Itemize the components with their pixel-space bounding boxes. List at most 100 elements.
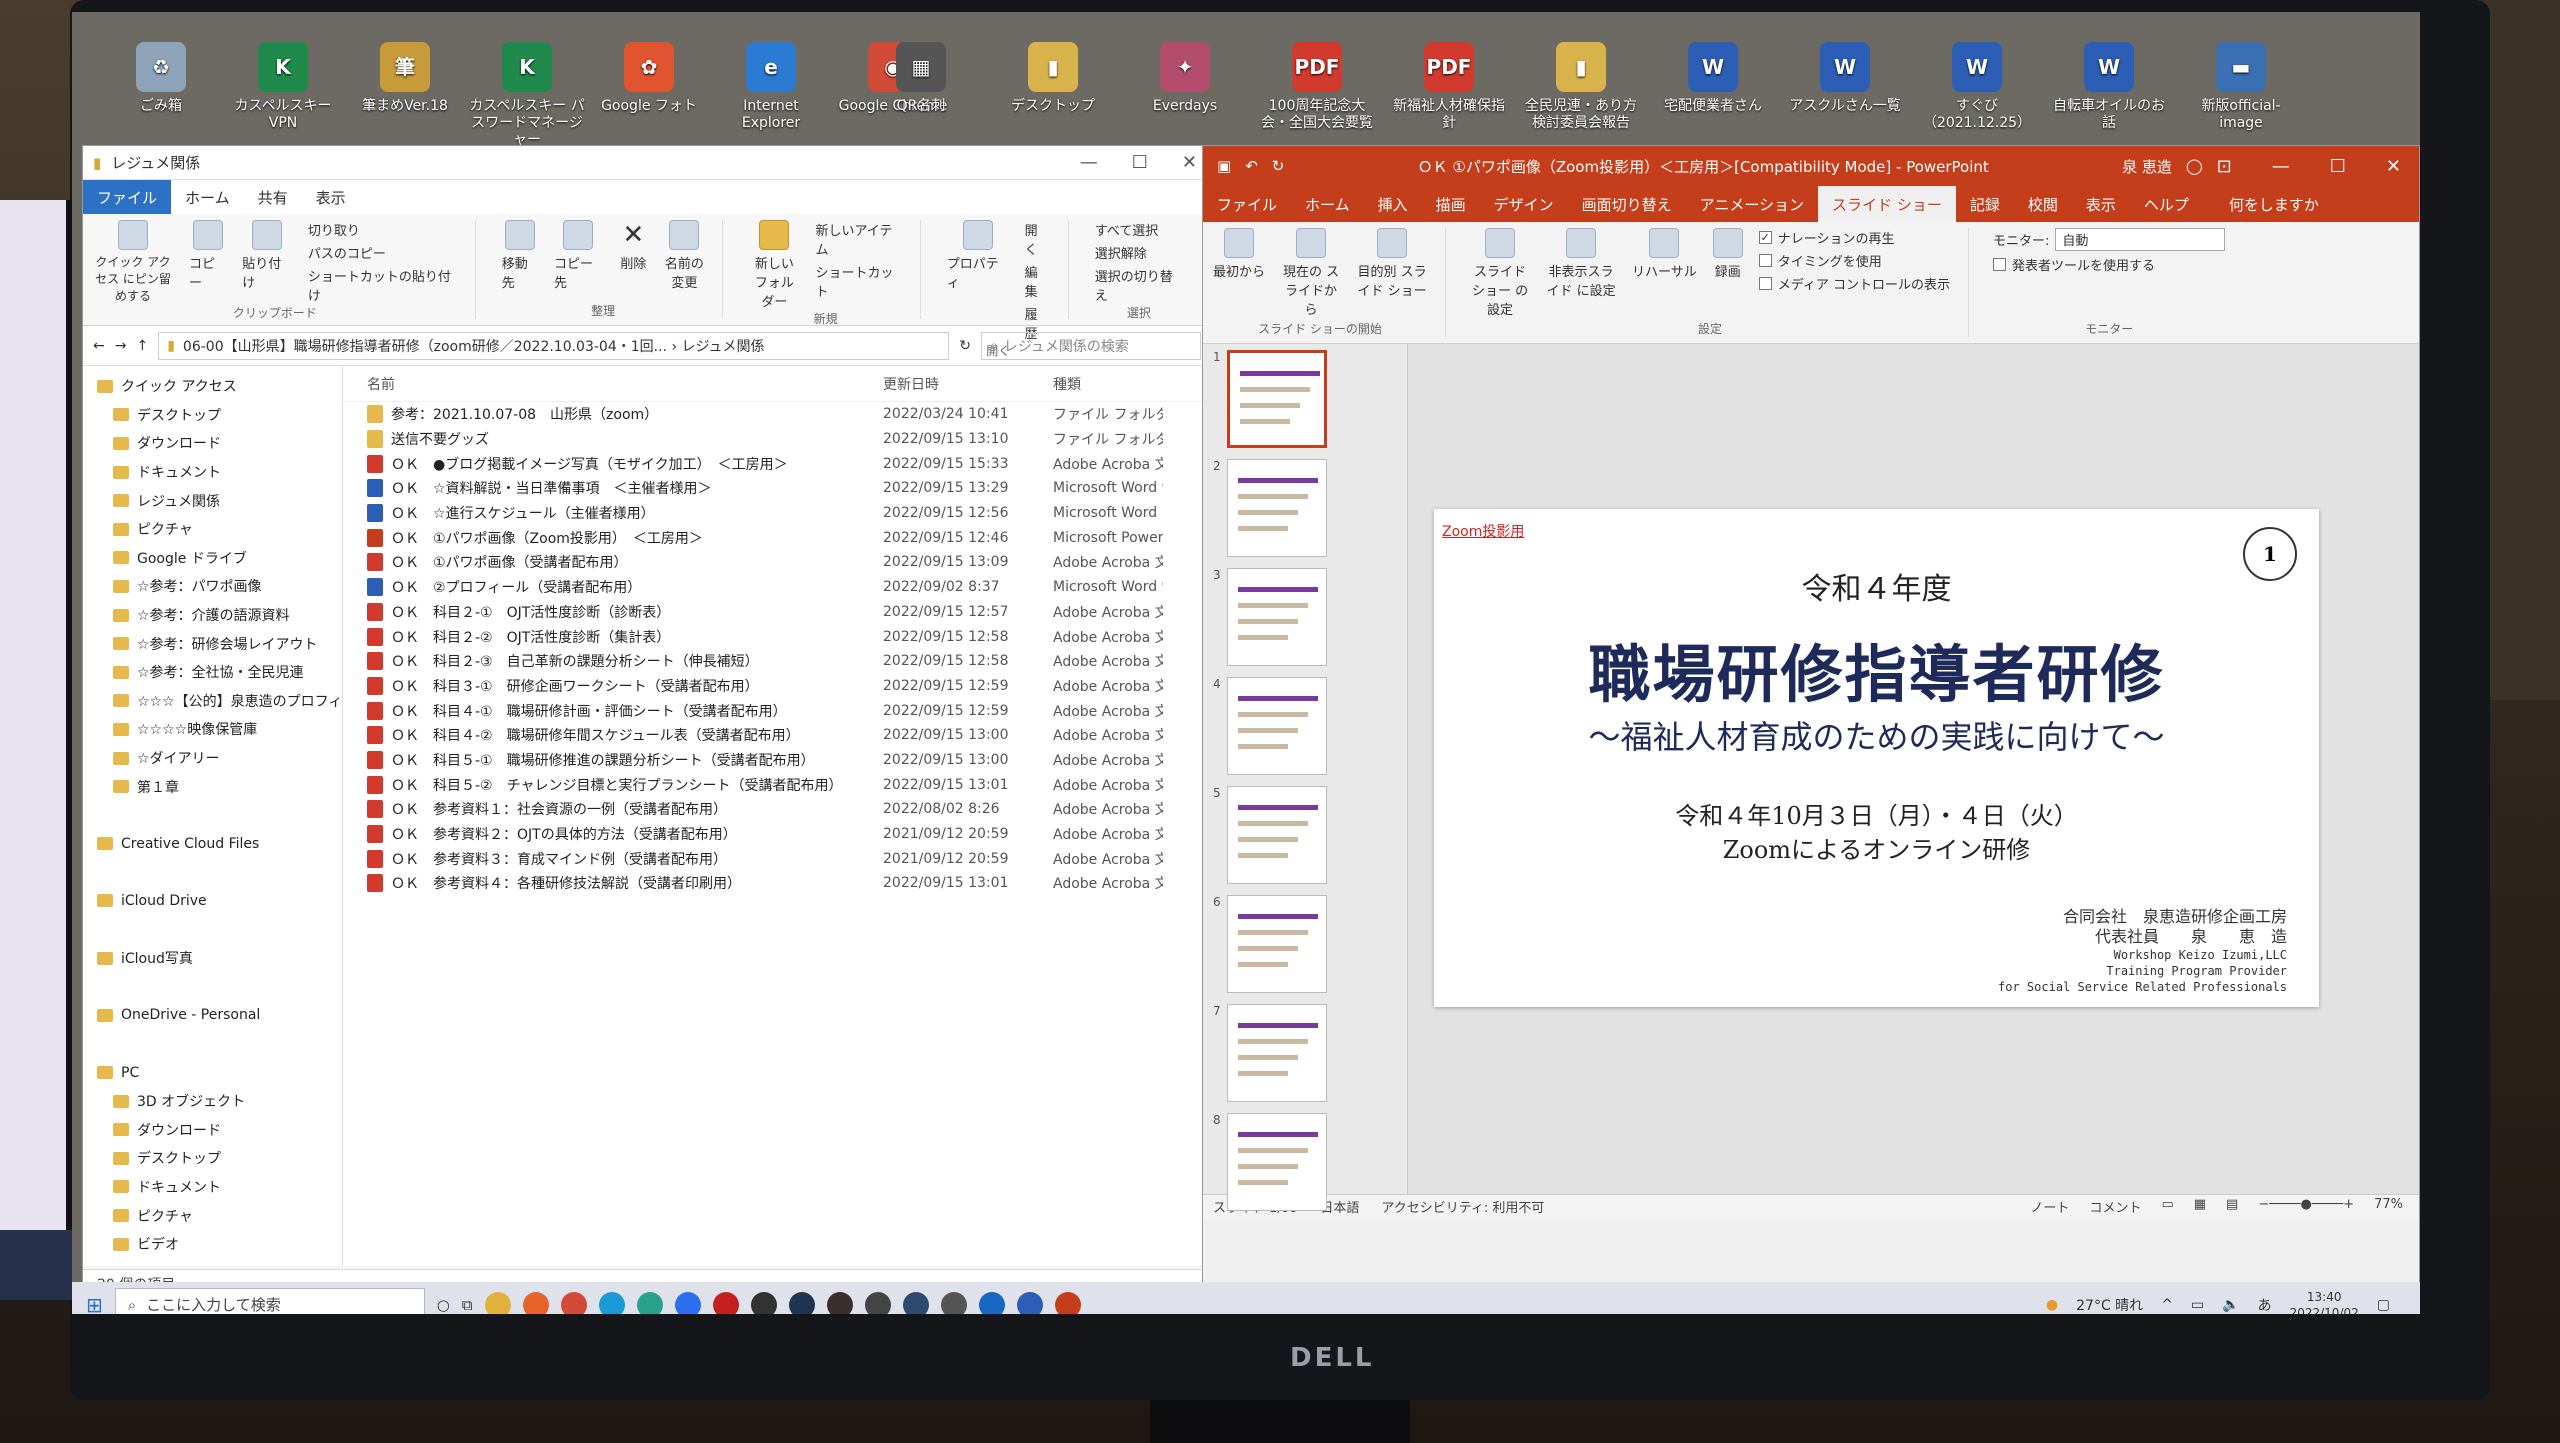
back-icon[interactable]: ← — [93, 338, 105, 354]
notification-icon[interactable]: ▢ — [2377, 1297, 2390, 1313]
search-box[interactable]: ⌕ レジュメ関係の検索 — [981, 331, 1201, 360]
ppt-tab[interactable]: ファイル — [1203, 186, 1291, 222]
redo-icon[interactable]: ↻ — [1272, 157, 1285, 175]
forward-icon[interactable]: → — [115, 338, 127, 354]
clock[interactable]: 13:40 2022/10/02 — [2290, 1289, 2359, 1315]
narration-checkbox[interactable]: ✓ ナレーションの再生 — [1758, 228, 1950, 247]
file-row[interactable]: ＯＫ ①パワポ画像（Zoom投影用） ＜工房用＞ 2022/09/15 12:46… — [343, 525, 1211, 550]
nav-item[interactable]: Creative Cloud Files — [83, 830, 342, 859]
taskbar-search[interactable]: ⌕ ここに入力して検索 — [114, 1287, 425, 1314]
custom-slideshow-button[interactable]: 目的別 スライド ショー — [1357, 228, 1427, 318]
maximize-icon[interactable]: ☐ — [2330, 156, 2346, 177]
firefox-icon[interactable] — [522, 1291, 549, 1314]
address-bar[interactable]: ▮ 06-00【山形県】職場研修指導者研修（zoom研修／2022.10.03-… — [158, 331, 950, 360]
tab-home[interactable]: ホーム — [171, 180, 244, 214]
nav-item[interactable]: ☆☆☆☆映像保管庫 — [83, 715, 342, 744]
file-row[interactable]: ＯＫ 科目２-② OJT活性度診断（集計表） 2022/09/15 12:58 Ad… — [343, 624, 1211, 649]
desktop-icon[interactable]: ▮ デスクトップ — [994, 42, 1112, 115]
slide-sorter-icon[interactable]: ▦ — [2194, 1197, 2206, 1216]
select-all-button[interactable]: すべて選択 — [1095, 220, 1183, 239]
powerpoint-icon[interactable] — [1054, 1291, 1081, 1314]
delete-button[interactable]: ✕ 削除 — [618, 220, 648, 291]
desktop-icon[interactable]: K カスペルスキー パスワードマネージャー — [468, 42, 586, 149]
paste-shortcut-button[interactable]: ショートカットの貼り付け — [308, 266, 457, 304]
nav-item[interactable]: ダウンロード — [83, 1115, 342, 1144]
monitor-select[interactable]: 自動 — [2055, 228, 2226, 251]
select-none-button[interactable]: 選択解除 — [1095, 243, 1183, 262]
network-icon[interactable]: ▭ — [2191, 1297, 2204, 1313]
nav-item[interactable]: ☆ダイアリー — [83, 744, 342, 773]
file-row[interactable]: ＯＫ 参考資料４：各種研修技法解説（受講者印刷用） 2022/09/15 13:0… — [343, 871, 1211, 896]
file-row[interactable]: ＯＫ ☆資料解説・当日準備事項 ＜主催者様用＞ 2022/09/15 13:29 M… — [343, 476, 1211, 501]
ppt-tab[interactable]: 校閲 — [2014, 186, 2072, 222]
camera-app-icon[interactable] — [750, 1291, 777, 1314]
new-folder-button[interactable]: 新しい フォルダー — [749, 220, 799, 310]
ppt-tab[interactable]: 表示 — [2072, 186, 2130, 222]
file-row[interactable]: ＯＫ 科目５-① 職場研修推進の課題分析シート（受講者配布用） 2022/09/1… — [343, 748, 1211, 773]
slide-thumbnail[interactable]: 6 — [1213, 895, 1397, 993]
ppt-tab[interactable]: 挿入 — [1364, 186, 1422, 222]
ppt-tab[interactable]: 記録 — [1956, 186, 2014, 222]
desktop-icon[interactable]: ▬ 新版official-image — [2182, 42, 2300, 132]
nav-item[interactable]: iCloud Drive — [83, 887, 342, 916]
reading-view-icon[interactable]: ▤ — [2226, 1197, 2238, 1216]
slide-thumbnail[interactable]: 8 — [1213, 1113, 1397, 1211]
zoom-level[interactable]: 77% — [2374, 1197, 2403, 1216]
desktop-icon[interactable]: ✦ Everdays — [1126, 42, 1244, 115]
file-row[interactable]: ＯＫ 参考資料１：社会資源の一例（受講者配布用） 2022/08/02 8:26 A… — [343, 797, 1211, 822]
rename-button[interactable]: 名前の変更 — [664, 220, 704, 291]
normal-view-icon[interactable]: ▭ — [2161, 1197, 2173, 1216]
file-row[interactable]: ＯＫ ②プロフィール（受講者配布用） 2022/09/02 8:37 Microso… — [343, 575, 1211, 600]
desktop-icon[interactable]: ♻ ごみ箱 — [102, 42, 220, 115]
tray-chevron-icon[interactable]: ^ — [2161, 1297, 2173, 1313]
desktop-icon[interactable]: W アスクルさん一覧 — [1786, 42, 1904, 115]
current-slide[interactable]: Zoom投影用 1 令和４年度 職場研修指導者研修 ～福祉人材育成のための実践に… — [1434, 509, 2319, 1007]
slide-thumbnail[interactable]: 2 — [1213, 459, 1397, 557]
weather-text[interactable]: 27°C 晴れ — [2076, 1295, 2143, 1315]
file-row[interactable]: ＯＫ 科目３-① 研修企画ワークシート（受講者配布用） 2022/09/15 12… — [343, 674, 1211, 699]
edit-button[interactable]: 編集 — [1025, 262, 1050, 300]
camera-icon[interactable] — [940, 1291, 967, 1314]
ppt-tab[interactable]: スライド ショー — [1818, 186, 1956, 222]
presenter-view-checkbox[interactable]: 発表者ツールを使用する — [1993, 255, 2225, 274]
file-row[interactable]: ＯＫ 参考資料２：OJTの具体的方法（受講者配布用） 2021/09/12 20:… — [343, 822, 1211, 847]
weather-icon[interactable]: ● — [2046, 1297, 2058, 1313]
desktop-icon[interactable]: e Internet Explorer — [712, 42, 830, 132]
ppt-tab[interactable]: ホーム — [1291, 186, 1364, 222]
cut-button[interactable]: 切り取り — [308, 220, 457, 239]
column-name[interactable]: 名前 — [343, 374, 883, 394]
file-row[interactable]: ＯＫ 科目４-② 職場研修年間スケジュール表（受講者配布用） 2022/09/15… — [343, 723, 1211, 748]
nav-item[interactable]: デスクトップ — [83, 401, 342, 430]
slide-thumbnail[interactable]: 7 — [1213, 1004, 1397, 1102]
file-row[interactable]: ＯＫ 科目２-③ 自己革新の課題分析シート（伸長補短） 2022/09/15 12… — [343, 649, 1211, 674]
slide-thumbnail[interactable]: 5 — [1213, 786, 1397, 884]
ppt-tab[interactable]: アニメーション — [1686, 186, 1818, 222]
nav-item[interactable]: iCloud写真 — [83, 944, 342, 973]
slide-thumbnail[interactable]: 4 — [1213, 677, 1397, 775]
ppt-tab[interactable]: ヘルプ — [2130, 186, 2203, 222]
new-item-button[interactable]: 新しいアイテム — [815, 220, 901, 258]
invert-selection-button[interactable]: 選択の切り替え — [1095, 266, 1183, 304]
tab-view[interactable]: 表示 — [302, 180, 360, 214]
minimize-icon[interactable]: — — [2272, 156, 2290, 177]
file-row[interactable]: 参考：2021.10.07-08 山形県（zoom） 2022/03/24 10:… — [343, 402, 1211, 427]
shortcut-button[interactable]: ショートカット — [815, 262, 901, 300]
copy-path-button[interactable]: パスのコピー — [308, 243, 457, 262]
tell-me-search[interactable]: 何をしますか — [2215, 186, 2333, 222]
setup-slideshow-button[interactable]: スライド ショー の設定 — [1470, 228, 1530, 318]
nav-item[interactable]: ピクチャ — [83, 1201, 342, 1230]
ribbon-display-icon[interactable]: ⊡ — [2217, 156, 2232, 177]
ppt-tab[interactable]: 画面切り替え — [1568, 186, 1686, 222]
media-icon[interactable] — [902, 1291, 929, 1314]
file-row[interactable]: 送信不要グッズ 2022/09/15 13:10 ファイル フォルダー — [343, 427, 1211, 452]
davinci-icon[interactable] — [826, 1291, 853, 1314]
slide-thumbnail[interactable]: 1 — [1213, 350, 1397, 448]
app-icon[interactable] — [788, 1291, 815, 1314]
desktop-icon[interactable]: K カスペルスキー VPN — [224, 42, 342, 132]
rehearse-button[interactable]: リハーサル — [1632, 228, 1697, 318]
word-icon[interactable] — [1016, 1291, 1043, 1314]
nav-item[interactable]: ドキュメント — [83, 458, 342, 487]
notes-button[interactable]: ノート — [2030, 1197, 2069, 1216]
nav-item[interactable]: OneDrive - Personal — [83, 1001, 342, 1030]
nav-item[interactable]: 3D オブジェクト — [83, 1087, 342, 1116]
